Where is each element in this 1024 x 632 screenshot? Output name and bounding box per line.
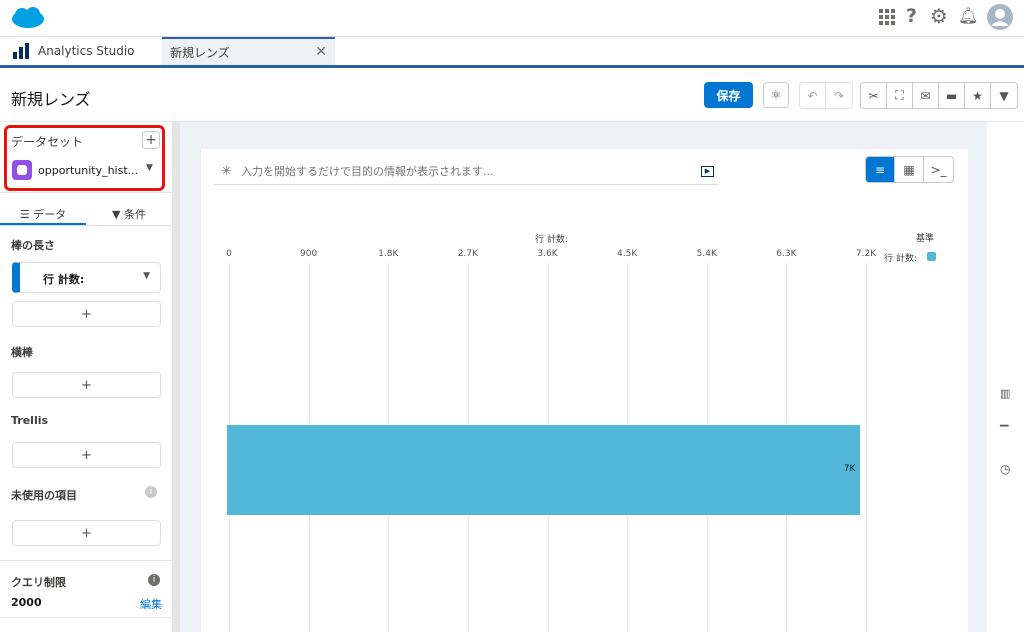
add-bar-button[interactable]: + bbox=[12, 372, 161, 398]
chart-type-icon[interactable]: ▥ bbox=[1000, 387, 1010, 400]
play-icon[interactable]: ▶ bbox=[701, 166, 714, 177]
bars-label: 横棒 bbox=[11, 346, 33, 359]
help-icon[interactable]: ? bbox=[906, 5, 917, 27]
bar-length-label: 棒の長さ bbox=[11, 239, 55, 252]
app-launcher-icon[interactable] bbox=[879, 9, 896, 26]
notification-bell-icon[interactable]: 🔔︎ bbox=[958, 6, 978, 25]
unused-fields-label: 未使用の項目 bbox=[11, 489, 77, 502]
x-tick-label: 0 bbox=[226, 249, 232, 259]
data-label: 7K bbox=[843, 464, 856, 474]
legend-item-label: 行 計数: bbox=[884, 254, 917, 264]
query-limit-label: クエリ制限 bbox=[11, 576, 66, 589]
dataset-icon bbox=[12, 160, 32, 180]
legend-title: 基準 bbox=[916, 234, 935, 244]
redo-icon[interactable]: ↷ bbox=[826, 83, 852, 108]
add-dataset-button[interactable]: + bbox=[142, 131, 160, 149]
dataset-label: データセット bbox=[11, 135, 84, 149]
measure-label: 行 計数: bbox=[43, 273, 85, 286]
explore-icon[interactable]: ⚛ bbox=[763, 82, 789, 108]
x-tick-label: 4.5K bbox=[617, 249, 638, 259]
tab-label: 条件 bbox=[123, 208, 146, 221]
tab-new-lens[interactable]: 新規レンズ ✕ bbox=[162, 37, 335, 65]
tab-data[interactable]: ☰ データ bbox=[0, 206, 86, 222]
salesforce-cloud-logo[interactable] bbox=[10, 6, 46, 30]
right-toolbar: ▥ ▔ ◷ bbox=[987, 122, 1024, 632]
x-tick-label: 7.2K bbox=[855, 249, 877, 259]
chevron-down-icon[interactable]: ▼ bbox=[146, 163, 153, 173]
chart-view-icon[interactable]: ≡ bbox=[866, 157, 895, 182]
tab-filter[interactable]: ▼ 条件 bbox=[86, 206, 172, 222]
global-header: ? ⚙ 🔔︎ bbox=[0, 0, 1024, 37]
clip-icon[interactable]: ✂ bbox=[861, 83, 887, 108]
page-title: 新規レンズ bbox=[11, 90, 91, 109]
fullscreen-icon[interactable]: ⛶ bbox=[887, 83, 913, 108]
chevron-down-icon[interactable]: ▼ bbox=[143, 271, 150, 281]
add-unused-button[interactable]: + bbox=[12, 520, 161, 546]
gridline bbox=[866, 263, 867, 632]
chart-card bbox=[201, 149, 968, 632]
tab-label: 新規レンズ bbox=[170, 45, 230, 60]
save-button[interactable]: 保存 bbox=[704, 82, 753, 108]
tab-analytics-studio[interactable]: Analytics Studio bbox=[0, 37, 162, 65]
dataset-name[interactable]: opportunity_hist... bbox=[38, 164, 138, 177]
format-paint-icon[interactable]: ▔ bbox=[1000, 425, 1008, 438]
x-tick-label: 2.7K bbox=[457, 249, 478, 259]
query-editor-icon[interactable]: >_ bbox=[924, 157, 953, 182]
history-clock-icon[interactable]: ◷ bbox=[1000, 462, 1010, 476]
x-tick-label: 900 bbox=[300, 249, 318, 259]
table-view-icon[interactable]: ▦ bbox=[895, 157, 924, 182]
query-limit-value: 2000 bbox=[11, 596, 42, 609]
close-icon[interactable]: ✕ bbox=[315, 44, 327, 60]
trellis-label: Trellis bbox=[11, 414, 49, 427]
x-tick-label: 1.8K bbox=[378, 249, 399, 259]
info-icon[interactable]: i bbox=[145, 486, 157, 498]
x-tick-label: 5.4K bbox=[696, 249, 717, 259]
setup-gear-icon[interactable]: ⚙ bbox=[930, 4, 948, 28]
tab-label: データ bbox=[33, 208, 67, 221]
lens-toolbar: 新規レンズ 保存 ⚛ ↶ ↷ ✂ ⛶ ✉ ▬ ★ ▼ bbox=[0, 68, 1024, 122]
user-avatar[interactable] bbox=[987, 4, 1013, 30]
left-panel: データセット + opportunity_hist... ▼ ☰ データ ▼ 条… bbox=[0, 122, 172, 632]
analytics-chart-icon bbox=[13, 43, 29, 59]
info-icon[interactable]: i bbox=[148, 574, 160, 586]
panel-splitter[interactable] bbox=[172, 122, 180, 632]
add-measure-button[interactable]: + bbox=[12, 301, 161, 327]
edit-link[interactable]: 編集 bbox=[140, 596, 162, 612]
mail-icon[interactable]: ✉ bbox=[913, 83, 939, 108]
chevron-down-icon[interactable]: ▼ bbox=[991, 83, 1017, 108]
measure-pill[interactable]: 行 計数: ▼ bbox=[12, 262, 161, 293]
bar[interactable] bbox=[227, 425, 860, 515]
add-trellis-button[interactable]: + bbox=[12, 442, 161, 468]
x-tick-label: 6.3K bbox=[776, 249, 797, 259]
star-icon[interactable]: ★ bbox=[965, 83, 991, 108]
tab-bar: Analytics Studio 新規レンズ ✕ bbox=[0, 37, 1024, 68]
search-input[interactable] bbox=[214, 159, 719, 185]
print-icon[interactable]: ▬ bbox=[939, 83, 965, 108]
x-tick-label: 3.6K bbox=[537, 249, 558, 259]
undo-icon[interactable]: ↶ bbox=[800, 83, 826, 108]
tab-label: Analytics Studio bbox=[38, 44, 135, 58]
legend-swatch bbox=[927, 252, 936, 261]
x-axis-title: 行 計数: bbox=[535, 235, 568, 245]
